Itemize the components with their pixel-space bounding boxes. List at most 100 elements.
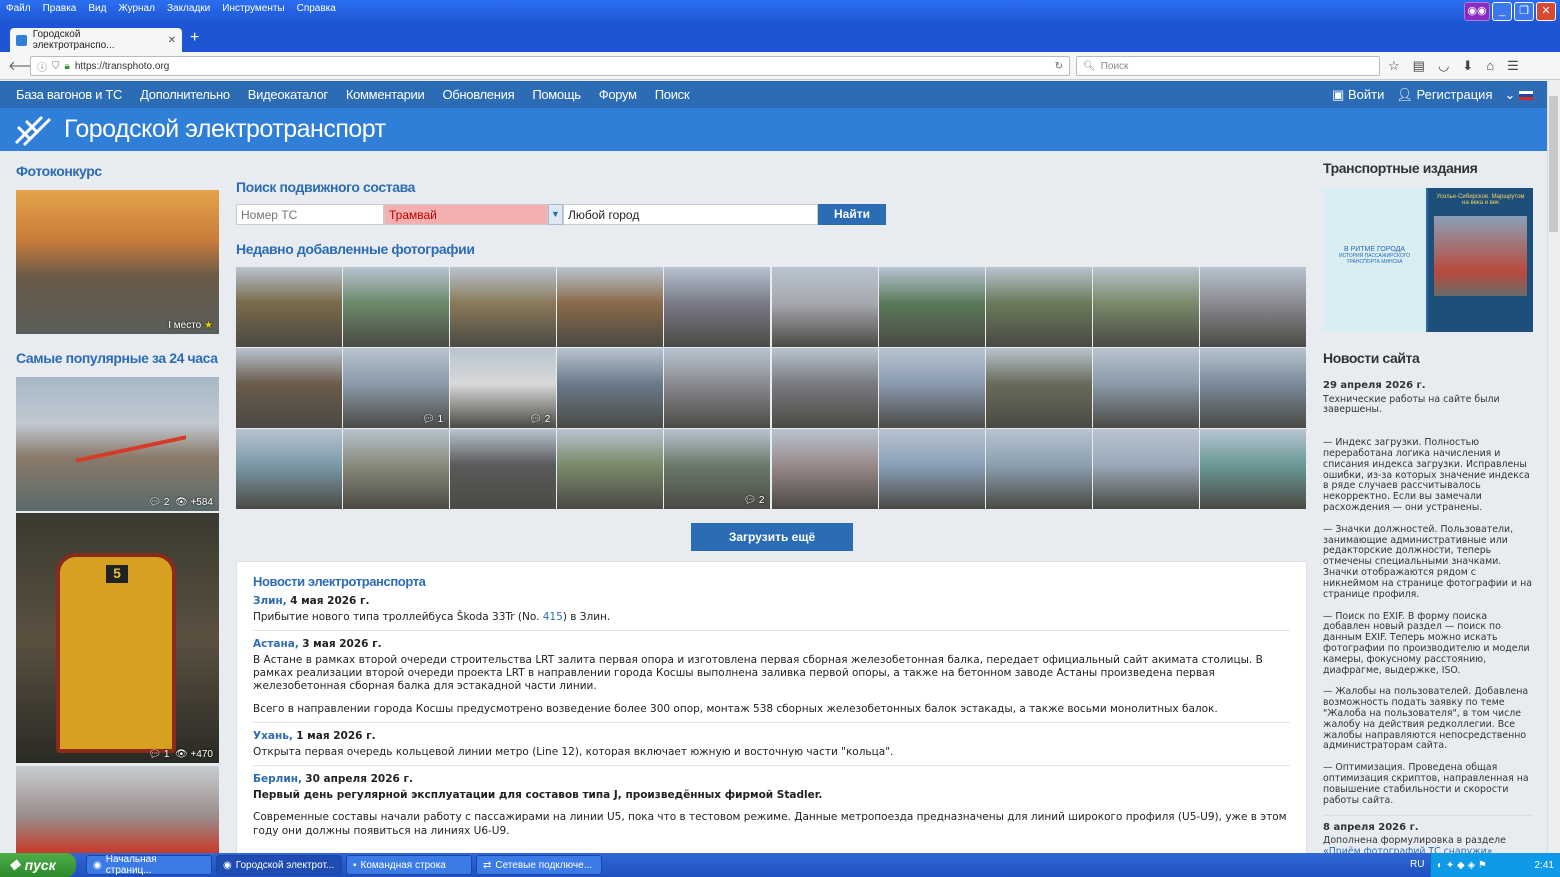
recent-photo-thumbnail[interactable] xyxy=(771,429,878,509)
browser-search-input[interactable]: 🔍︎ Поиск xyxy=(1076,56,1380,76)
menu-bookmarks[interactable]: Закладки xyxy=(167,3,210,14)
reload-icon[interactable]: ↻ xyxy=(1055,61,1063,72)
recent-photo-thumbnail[interactable]: 💬︎ 2 xyxy=(664,429,771,509)
popular-photo[interactable]: 💬︎ 2 👁︎ +584 xyxy=(16,377,219,511)
recent-photo-thumbnail[interactable] xyxy=(1092,429,1199,509)
recent-photo-thumbnail[interactable] xyxy=(450,267,557,347)
browser-tab-active[interactable]: Городской электротранспо... ✕ xyxy=(10,28,182,52)
popular-title[interactable]: Самые популярные за 24 часа xyxy=(16,350,218,366)
menu-file[interactable]: Файл xyxy=(6,3,31,14)
nav-database[interactable]: База вагонов и ТС xyxy=(0,87,131,102)
city-select[interactable]: Любой город xyxy=(563,204,818,225)
clock[interactable]: 2:41 xyxy=(1535,860,1554,871)
language-dropdown[interactable]: ⌄ xyxy=(1504,87,1533,103)
recent-photo-thumbnail[interactable] xyxy=(985,267,1092,347)
popular-photo[interactable]: 5 💬︎ 1 👁︎ +470 xyxy=(16,513,219,763)
minimize-button[interactable]: _ xyxy=(1492,2,1512,21)
recent-photo-thumbnail[interactable] xyxy=(771,348,878,428)
bookmark-star-icon[interactable]: ☆ xyxy=(1388,58,1400,74)
recent-photo-thumbnail[interactable] xyxy=(878,348,985,428)
site-title[interactable]: Городской электротранспорт xyxy=(64,115,386,144)
tray-icons[interactable]: ◐ ✦ ◆ ◈ ⚑ xyxy=(1437,860,1487,871)
back-icon[interactable]: 🡐 xyxy=(8,58,43,74)
news-title[interactable]: Новости электротранспорта xyxy=(237,562,1306,595)
chevron-down-icon[interactable]: ▼ xyxy=(548,204,563,225)
recent-photo-thumbnail[interactable] xyxy=(343,267,450,347)
vehicle-link[interactable]: 415 xyxy=(543,611,563,623)
hamburger-menu-icon[interactable]: ☰ xyxy=(1507,58,1519,74)
site-logo-icon[interactable] xyxy=(12,113,52,147)
recent-photo-thumbnail[interactable] xyxy=(985,348,1092,428)
scrollbar-thumb[interactable] xyxy=(1549,96,1558,232)
close-window-button[interactable]: ✕ xyxy=(1536,2,1556,21)
comment-icon: 💬︎ xyxy=(148,749,162,760)
news-city-link[interactable]: Злин, xyxy=(253,595,287,607)
url-bar[interactable]: ⓘ ⛉ 🔒︎ https://transphoto.org ↻ xyxy=(30,56,1070,76)
taskbar-cmd[interactable]: ▪ Командная строка xyxy=(346,855,472,875)
vehicle-number-input[interactable] xyxy=(236,204,384,225)
close-tab-icon[interactable]: ✕ xyxy=(168,35,176,46)
recent-photo-thumbnail[interactable] xyxy=(236,429,343,509)
nav-comments[interactable]: Комментарии xyxy=(337,87,434,102)
menu-edit[interactable]: Правка xyxy=(43,3,77,14)
register-link[interactable]: 👤︎ Регистрация xyxy=(1396,87,1492,103)
reading-list-icon[interactable]: ▤ xyxy=(1413,58,1425,74)
login-link[interactable]: ▣ Войти xyxy=(1332,87,1384,103)
home-icon[interactable]: ⌂ xyxy=(1486,58,1494,74)
nav-search[interactable]: Поиск xyxy=(646,87,699,102)
nav-extra[interactable]: Дополнительно xyxy=(131,87,239,102)
language-indicator[interactable]: RU xyxy=(1410,859,1424,870)
recent-photo-thumbnail[interactable] xyxy=(557,429,664,509)
recent-photo-thumbnail[interactable] xyxy=(450,429,557,509)
download-icon[interactable]: ⬇ xyxy=(1462,58,1473,74)
book-cover[interactable]: В РИТМЕ ГОРОДА ИСТОРИЯ ПАССАЖИРСКОГО ТРА… xyxy=(1323,188,1426,332)
recent-photo-thumbnail[interactable] xyxy=(343,429,450,509)
recent-photo-thumbnail[interactable] xyxy=(878,429,985,509)
recent-photo-thumbnail[interactable]: 💬︎ 1 xyxy=(343,348,450,428)
search-submit-button[interactable]: Найти xyxy=(818,204,886,225)
recent-photo-thumbnail[interactable] xyxy=(557,348,664,428)
nav-video[interactable]: Видеокаталог xyxy=(239,87,337,102)
news-city-link[interactable]: Ухань, xyxy=(253,730,293,742)
transport-news-panel: Новости электротранспорта Злин, 4 мая 20… xyxy=(236,561,1307,861)
recent-photo-thumbnail[interactable] xyxy=(664,267,771,347)
info-icon[interactable]: ⓘ xyxy=(37,59,47,74)
recent-photo-thumbnail[interactable] xyxy=(985,429,1092,509)
news-city-link[interactable]: Берлин, xyxy=(253,773,302,785)
pocket-icon[interactable]: ◡ xyxy=(1438,58,1449,74)
recent-photo-thumbnail[interactable] xyxy=(1199,267,1306,347)
recent-photo-thumbnail[interactable] xyxy=(878,267,985,347)
menu-tools[interactable]: Инструменты xyxy=(222,3,284,14)
menu-help[interactable]: Справка xyxy=(297,3,336,14)
nav-forum[interactable]: Форум xyxy=(590,87,646,102)
recent-photo-thumbnail[interactable] xyxy=(557,267,664,347)
taskbar-network[interactable]: ⇄ Сетевые подключе... xyxy=(476,855,602,875)
shield-icon[interactable]: ⛉ xyxy=(52,61,60,72)
menu-history[interactable]: Журнал xyxy=(118,3,155,14)
editions-banner[interactable]: В РИТМЕ ГОРОДА ИСТОРИЯ ПАССАЖИРСКОГО ТРА… xyxy=(1323,188,1533,332)
contest-photo[interactable]: I место ★ xyxy=(16,190,219,334)
recent-photo-thumbnail[interactable] xyxy=(664,348,771,428)
taskbar-firefox-home[interactable]: ◉ Начальная страниц... xyxy=(86,854,212,876)
contest-title[interactable]: Фотоконкурс xyxy=(16,163,102,179)
nav-help[interactable]: Помощь xyxy=(523,87,589,102)
vehicle-type-select[interactable]: Трамвай xyxy=(384,204,548,225)
recent-photo-thumbnail[interactable] xyxy=(236,348,343,428)
recent-photo-thumbnail[interactable] xyxy=(1092,267,1199,347)
news-city-link[interactable]: Астана, xyxy=(253,638,299,650)
new-tab-button[interactable]: + xyxy=(190,29,199,47)
recent-photo-thumbnail[interactable]: 💬︎ 2 xyxy=(450,348,557,428)
recent-photo-thumbnail[interactable] xyxy=(236,267,343,347)
restore-button[interactable]: ❐ xyxy=(1514,2,1534,21)
recent-photo-thumbnail[interactable] xyxy=(1092,348,1199,428)
recent-photo-thumbnail[interactable] xyxy=(1199,429,1306,509)
taskbar-firefox-site[interactable]: ◉ Городской электрот... xyxy=(216,855,342,875)
recent-photo-thumbnail[interactable] xyxy=(771,267,878,347)
nav-updates[interactable]: Обновления xyxy=(433,87,523,102)
recent-photo-thumbnail[interactable] xyxy=(1199,348,1306,428)
book-cover[interactable]: Усолье-Сибирское. Маршрутом на века и ве… xyxy=(1428,188,1533,332)
popular-photo[interactable] xyxy=(16,766,219,853)
start-button[interactable]: ❖ пуск xyxy=(0,853,76,877)
menu-view[interactable]: Вид xyxy=(88,3,106,14)
load-more-button[interactable]: Загрузить ещё xyxy=(691,523,853,551)
